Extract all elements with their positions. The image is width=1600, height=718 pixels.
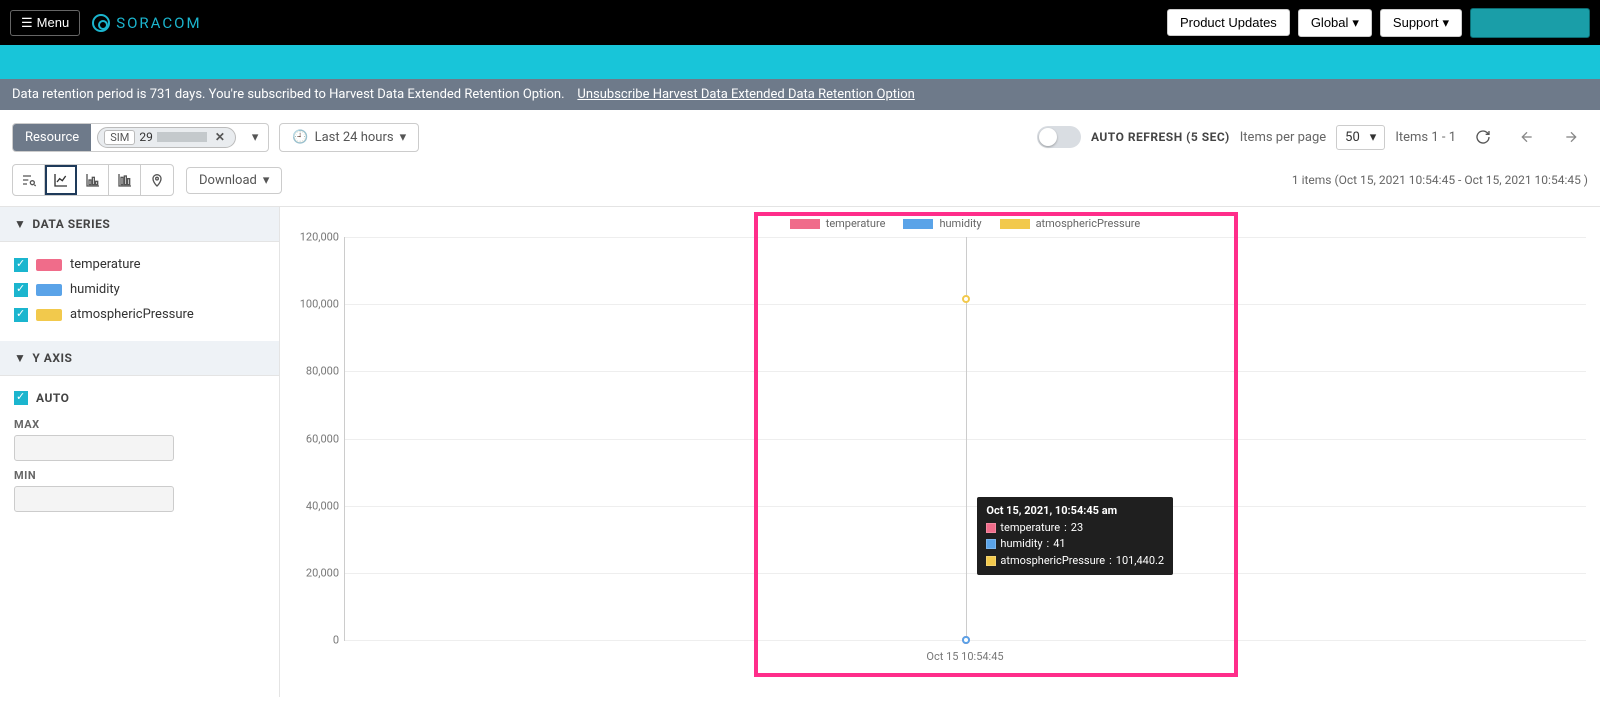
- series-checkbox[interactable]: [14, 258, 28, 272]
- auto-checkbox[interactable]: [14, 391, 28, 405]
- topbar-left: ☰ Menu SORACOM: [10, 10, 202, 36]
- toolbar-left: Resource SIM 29 ✕ ▾ 🕘 Last 24 hours ▾: [12, 123, 419, 152]
- soracom-icon: [92, 14, 110, 32]
- auto-label: AUTO: [36, 391, 69, 405]
- topbar-right: Product Updates Global▾ Support▾: [1167, 8, 1590, 38]
- prev-page-button[interactable]: [1510, 120, 1544, 154]
- view-mode-group: [12, 164, 174, 196]
- tooltip-row-humidity: humidity: 41: [986, 536, 1164, 553]
- chart-tooltip: Oct 15, 2021, 10:54:45 am temperature: 2…: [977, 497, 1173, 575]
- items-per-page-select[interactable]: 50 ▾: [1336, 125, 1385, 150]
- account-chip[interactable]: [1470, 8, 1590, 38]
- retention-notice: Data retention period is 731 days. You'r…: [0, 79, 1600, 110]
- hamburger-icon: ☰: [21, 15, 33, 31]
- content: ▼ DATA SERIES temperature humidity atmos…: [0, 206, 1600, 697]
- caret-down-icon[interactable]: ▾: [242, 130, 269, 145]
- items-summary: 1 items (Oct 15, 2021 10:54:45 - Oct 15,…: [1292, 173, 1588, 187]
- max-input[interactable]: [14, 435, 174, 461]
- view-map-button[interactable]: [141, 165, 173, 195]
- items-range: Items 1 - 1: [1395, 130, 1456, 145]
- stacked-chart-icon: [117, 172, 133, 188]
- sidebar: ▼ DATA SERIES temperature humidity atmos…: [0, 207, 280, 697]
- global-button[interactable]: Global▾: [1298, 9, 1372, 37]
- y-axis-body: AUTO MAX MIN: [0, 376, 279, 526]
- min-input[interactable]: [14, 486, 174, 512]
- brand-text: SORACOM: [116, 14, 201, 32]
- y-axis-auto-row[interactable]: AUTO: [14, 386, 265, 410]
- data-series-header[interactable]: ▼ DATA SERIES: [0, 207, 279, 242]
- view-line-chart-button[interactable]: [45, 165, 77, 195]
- redacted-value: [157, 132, 207, 142]
- series-label: temperature: [70, 257, 141, 272]
- series-checkbox[interactable]: [14, 308, 28, 322]
- menu-label: Menu: [37, 15, 70, 30]
- series-checkbox[interactable]: [14, 283, 28, 297]
- remove-chip-icon[interactable]: ✕: [211, 130, 229, 144]
- caret-down-icon: ▾: [263, 173, 270, 188]
- pin-icon: [149, 172, 165, 188]
- highlight-annotation: [754, 212, 1238, 677]
- caret-down-icon: ▾: [1370, 130, 1377, 145]
- series-swatch: [36, 259, 62, 271]
- caret-down-icon: ▼: [14, 217, 26, 231]
- next-page-button[interactable]: [1554, 120, 1588, 154]
- caret-down-icon: ▾: [400, 130, 407, 145]
- series-label: humidity: [70, 282, 120, 297]
- notice-text: Data retention period is 731 days. You'r…: [12, 87, 565, 102]
- min-label: MIN: [14, 469, 265, 482]
- chart-wrapper: temperature humidity atmosphericPressure…: [344, 217, 1586, 677]
- series-label: atmosphericPressure: [70, 307, 194, 322]
- auto-refresh-label: AUTO REFRESH (5 SEC): [1091, 130, 1230, 144]
- resource-label: Resource: [13, 124, 91, 151]
- view-search-button[interactable]: [13, 165, 45, 195]
- page-title-bar: [0, 45, 1600, 79]
- time-range-button[interactable]: 🕘 Last 24 hours ▾: [279, 123, 419, 152]
- data-series-body: temperature humidity atmosphericPressure: [0, 242, 279, 341]
- refresh-button[interactable]: [1466, 120, 1500, 154]
- max-label: MAX: [14, 418, 265, 431]
- resource-selector[interactable]: Resource SIM 29 ✕ ▾: [12, 123, 269, 152]
- support-button[interactable]: Support▾: [1380, 9, 1462, 37]
- view-stacked-chart-button[interactable]: [109, 165, 141, 195]
- viewbar: Download ▾ 1 items (Oct 15, 2021 10:54:4…: [0, 164, 1600, 206]
- tooltip-timestamp: Oct 15, 2021, 10:54:45 am: [986, 503, 1164, 520]
- product-updates-button[interactable]: Product Updates: [1167, 9, 1290, 36]
- list-search-icon: [21, 172, 37, 188]
- caret-down-icon: ▼: [14, 351, 26, 365]
- sim-tag: SIM: [104, 130, 135, 145]
- view-bar-chart-button[interactable]: [77, 165, 109, 195]
- arrow-left-icon: [1519, 129, 1535, 145]
- unsubscribe-link[interactable]: Unsubscribe Harvest Data Extended Data R…: [577, 87, 914, 102]
- series-row-humidity[interactable]: humidity: [14, 277, 265, 302]
- line-chart-icon: [53, 172, 69, 188]
- toolbar: Resource SIM 29 ✕ ▾ 🕘 Last 24 hours ▾ AU…: [0, 110, 1600, 164]
- clock-icon: 🕘: [292, 130, 308, 145]
- arrow-right-icon: [1563, 129, 1579, 145]
- refresh-icon: [1475, 129, 1491, 145]
- series-swatch: [36, 284, 62, 296]
- download-button[interactable]: Download ▾: [186, 167, 282, 194]
- auto-refresh-toggle[interactable]: [1037, 126, 1081, 148]
- toolbar-right: AUTO REFRESH (5 SEC) Items per page 50 ▾…: [1037, 120, 1588, 154]
- tooltip-row-pressure: atmosphericPressure: 101,440.2: [986, 553, 1164, 570]
- resource-chip[interactable]: SIM 29 ✕: [97, 127, 236, 148]
- series-swatch: [36, 309, 62, 321]
- items-per-page-label: Items per page: [1240, 130, 1326, 145]
- series-row-pressure[interactable]: atmosphericPressure: [14, 302, 265, 327]
- brand-logo[interactable]: SORACOM: [92, 14, 201, 32]
- caret-down-icon: ▾: [1352, 15, 1359, 31]
- series-row-temperature[interactable]: temperature: [14, 252, 265, 277]
- caret-down-icon: ▾: [1442, 15, 1449, 31]
- topbar: ☰ Menu SORACOM Product Updates Global▾ S…: [0, 0, 1600, 45]
- sim-value: 29: [139, 130, 153, 144]
- bar-chart-icon: [85, 172, 101, 188]
- chart-area: temperature humidity atmosphericPressure…: [280, 207, 1600, 697]
- tooltip-row-temperature: temperature: 23: [986, 520, 1164, 537]
- y-axis-header[interactable]: ▼ Y AXIS: [0, 341, 279, 376]
- menu-button[interactable]: ☰ Menu: [10, 10, 80, 36]
- range-label: Last 24 hours: [315, 130, 394, 145]
